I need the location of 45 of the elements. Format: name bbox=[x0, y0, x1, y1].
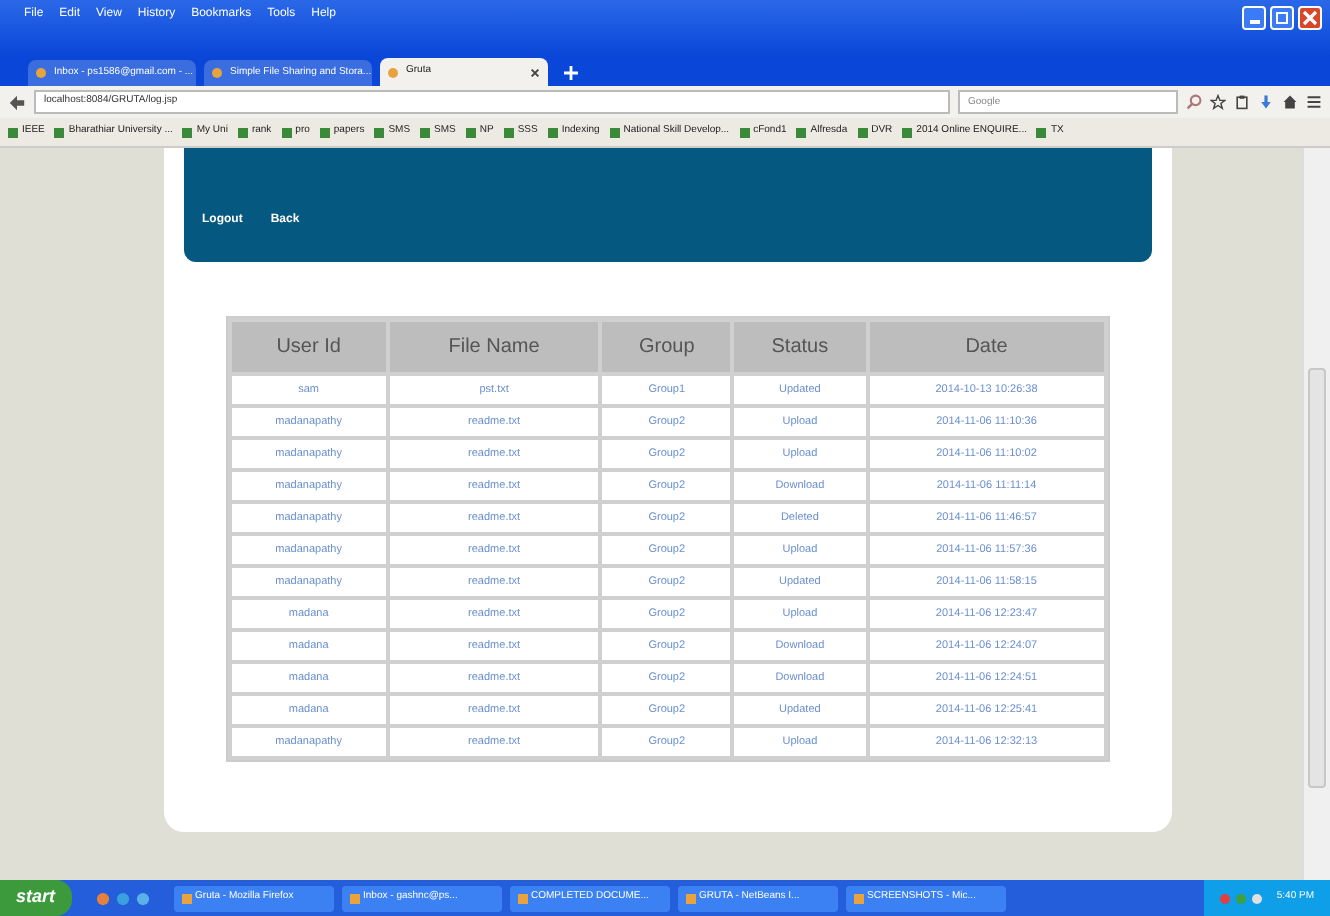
column-header: Date bbox=[869, 322, 1104, 372]
bookmark-icon bbox=[857, 127, 868, 137]
bookmark-icon bbox=[1036, 127, 1047, 137]
bookmark-icon bbox=[739, 127, 750, 137]
tab-favicon-icon bbox=[388, 67, 398, 77]
star-icon[interactable] bbox=[1210, 94, 1226, 110]
bookmark-icon bbox=[182, 127, 193, 137]
tab-favicon-icon bbox=[36, 68, 46, 78]
bookmark-icon bbox=[54, 127, 65, 137]
clipboard-icon[interactable] bbox=[1234, 94, 1250, 110]
bookmark-icon bbox=[374, 127, 385, 137]
column-header: Group bbox=[602, 322, 731, 372]
app-icon bbox=[181, 893, 192, 903]
tab-favicon-icon bbox=[212, 68, 222, 78]
maximize-button[interactable] bbox=[1270, 6, 1294, 30]
column-header: User Id bbox=[232, 322, 386, 372]
scroll-bar[interactable] bbox=[1302, 148, 1330, 880]
back-icon[interactable] bbox=[8, 93, 26, 111]
home-icon[interactable] bbox=[1282, 94, 1298, 110]
bookmark-icon bbox=[796, 127, 807, 137]
bookmark-icon bbox=[547, 127, 558, 137]
bookmark-icon bbox=[465, 127, 476, 137]
bookmark-icon bbox=[503, 127, 514, 137]
scroll-thumb[interactable] bbox=[1308, 368, 1326, 788]
start-button[interactable]: start bbox=[0, 880, 72, 916]
column-header: File Name bbox=[389, 322, 599, 372]
bookmark-icon bbox=[237, 127, 248, 137]
menu-icon[interactable] bbox=[1306, 94, 1322, 110]
app-icon bbox=[853, 893, 864, 903]
app-icon bbox=[685, 893, 696, 903]
new-tab-icon[interactable] bbox=[564, 66, 578, 80]
bookmark-icon bbox=[8, 127, 18, 137]
bookmark-icon bbox=[609, 127, 620, 137]
minimize-button[interactable] bbox=[1242, 6, 1266, 30]
bookmark-icon bbox=[319, 127, 330, 137]
bookmark-icon bbox=[902, 127, 913, 137]
search-icon[interactable] bbox=[1186, 94, 1202, 110]
column-header: Status bbox=[734, 322, 866, 372]
app-icon bbox=[517, 893, 528, 903]
bookmark-icon bbox=[281, 127, 292, 137]
close-icon[interactable] bbox=[530, 67, 540, 77]
app-icon bbox=[349, 893, 360, 903]
close-button[interactable] bbox=[1298, 6, 1322, 30]
download-icon[interactable] bbox=[1258, 94, 1274, 110]
bookmark-icon bbox=[420, 127, 431, 137]
